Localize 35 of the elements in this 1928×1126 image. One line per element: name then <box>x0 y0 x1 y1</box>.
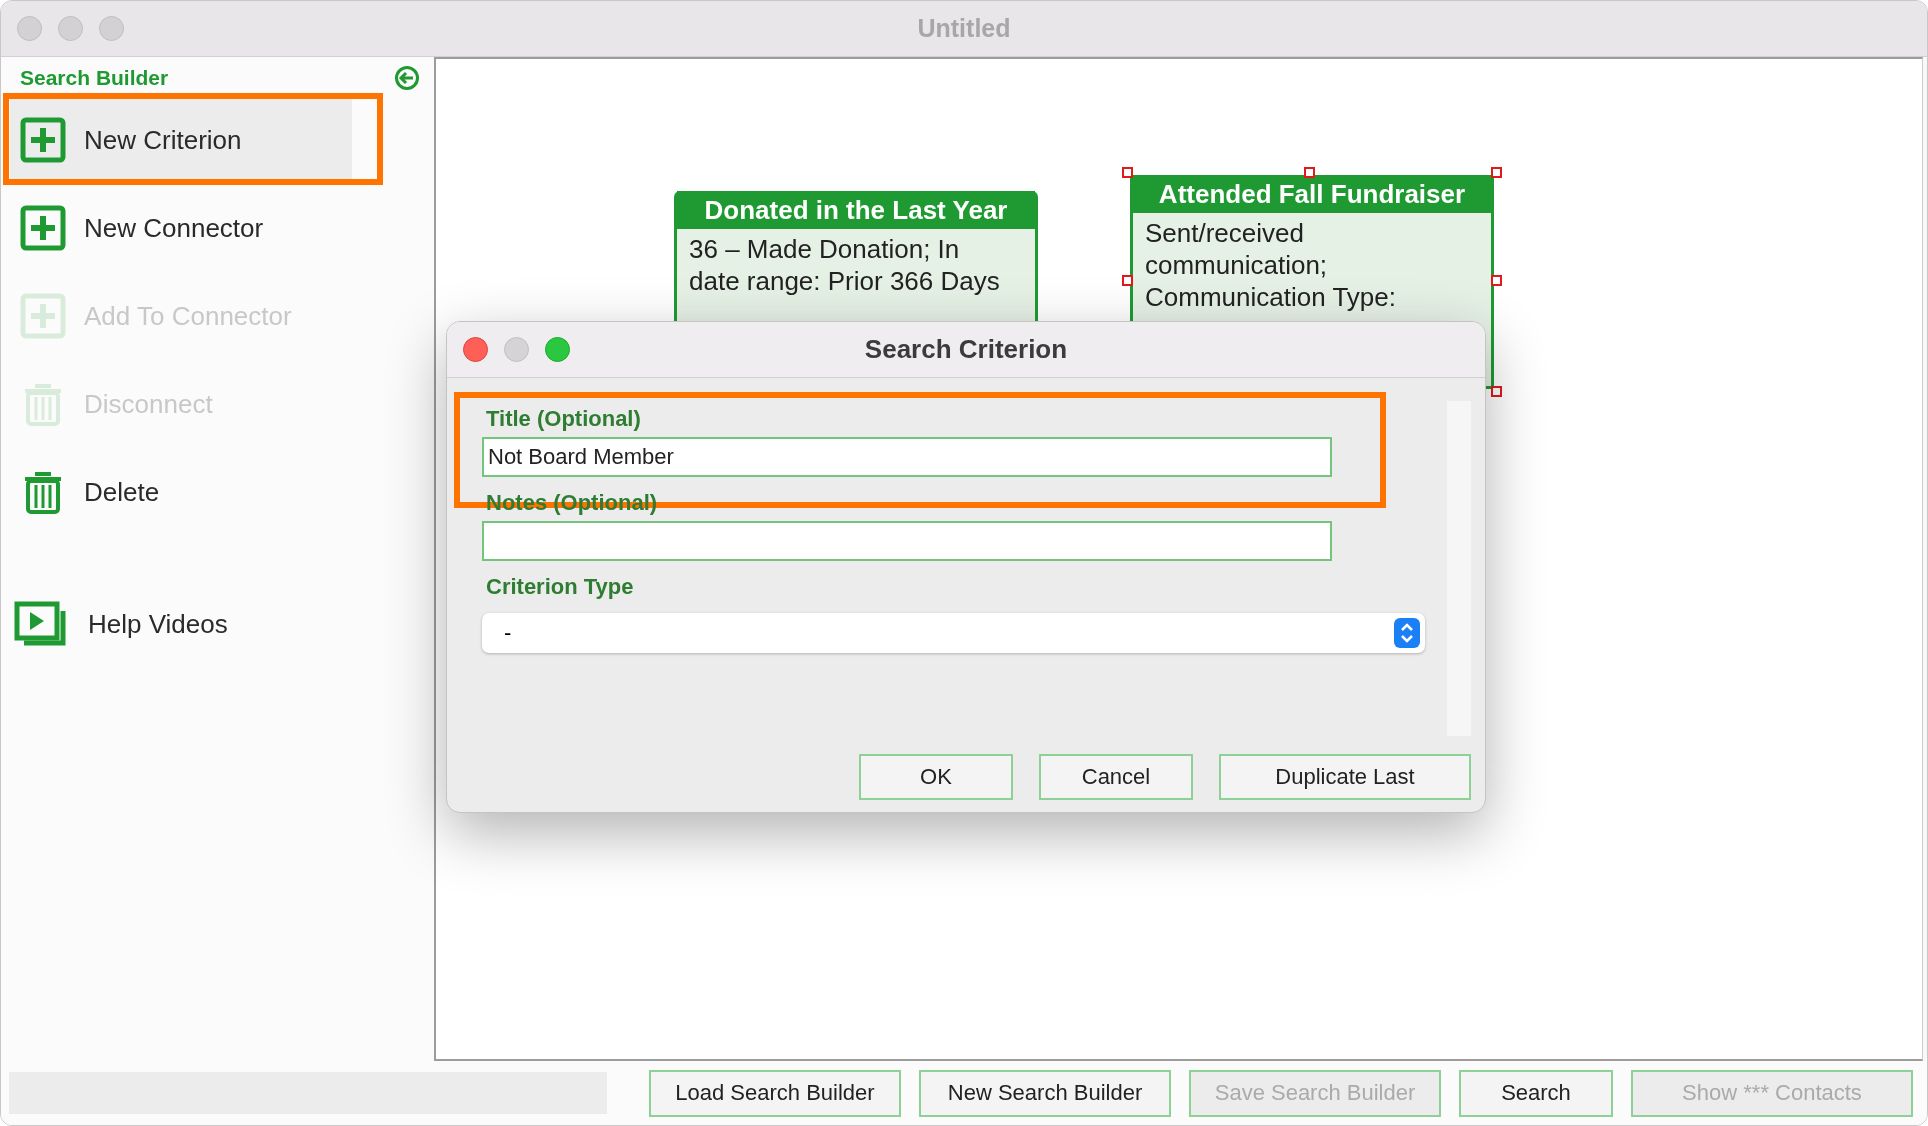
resize-handle[interactable] <box>1491 386 1502 397</box>
window-control[interactable] <box>463 337 488 362</box>
sidebar-title: Search Builder <box>20 66 169 90</box>
plus-icon <box>20 205 66 251</box>
window-title: Untitled <box>916 14 1012 43</box>
resize-handle[interactable] <box>1304 167 1315 178</box>
toolbar-button[interactable]: Load Search Builder <box>649 1069 901 1117</box>
dialog-button[interactable]: OK <box>859 754 1013 800</box>
sidebar-item[interactable]: New Criterion <box>10 99 352 181</box>
sidebar-item[interactable]: Delete <box>10 451 352 533</box>
resize-handle[interactable] <box>1122 275 1133 286</box>
sidebar-item[interactable]: New Connector <box>10 187 352 269</box>
input-field[interactable]: Not Board Member <box>482 437 1332 477</box>
resize-handle[interactable] <box>1122 167 1133 178</box>
plus-icon <box>20 117 66 163</box>
toolbar-button[interactable]: Search <box>1459 1069 1613 1117</box>
input-field[interactable] <box>482 521 1332 561</box>
resize-handle[interactable] <box>1491 167 1502 178</box>
resize-handle[interactable] <box>1491 275 1502 286</box>
node-text: Sent/received communication; Communication Type: <box>1144 217 1397 314</box>
sidebar-item[interactable]: Help Videos <box>10 583 352 665</box>
dialog-button[interactable]: Duplicate Last <box>1219 754 1471 800</box>
node-title: Attended Fall Fundraiser <box>1133 175 1491 213</box>
criterion-type-select[interactable]: - <box>482 613 1425 653</box>
window-control[interactable] <box>545 337 570 362</box>
select-value: - <box>504 620 512 646</box>
field-label: Title (Optional) <box>485 405 642 433</box>
collapse-icon[interactable] <box>394 65 420 91</box>
plus-icon <box>20 293 66 339</box>
stepper-icon <box>1394 618 1420 648</box>
node-title: Donated in the Last Year <box>677 191 1035 229</box>
dialog-button[interactable]: Cancel <box>1039 754 1193 800</box>
node-text: 36 – Made Donation; In date range: Prior 366 Days <box>688 233 1001 298</box>
toolbar-button[interactable]: New Search Builder <box>919 1069 1171 1117</box>
field-label: Criterion Type <box>485 573 635 601</box>
